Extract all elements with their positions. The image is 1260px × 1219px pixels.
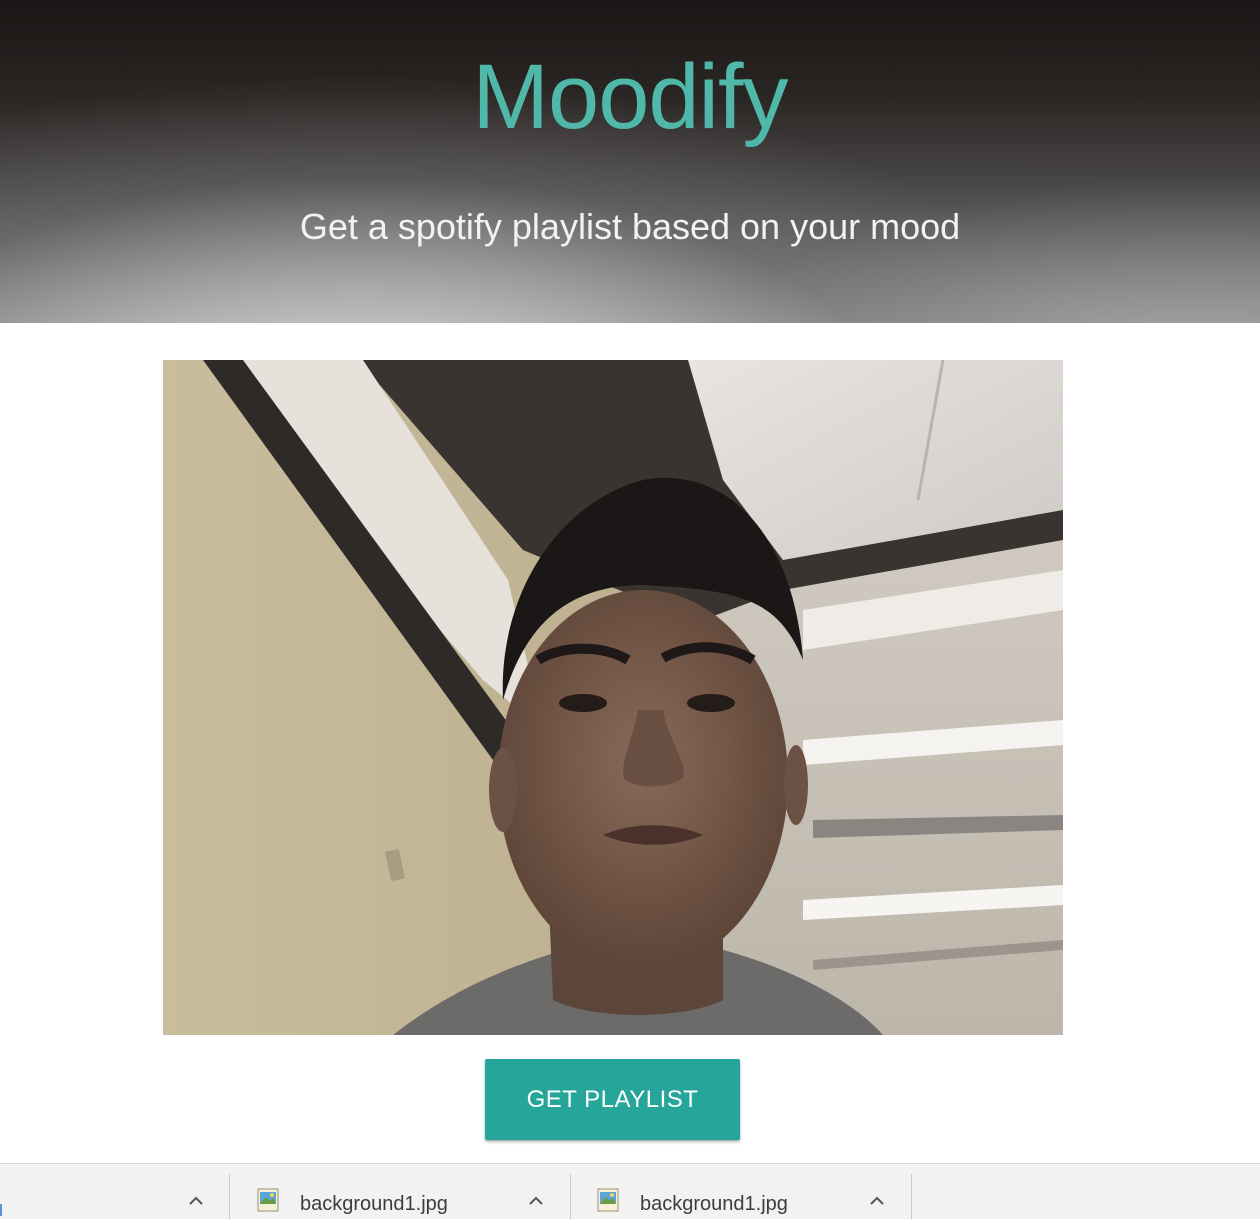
- chevron-up-icon[interactable]: [187, 1194, 205, 1208]
- downloads-bar: background1.jpg background1.jpg: [0, 1163, 1260, 1219]
- download-item[interactable]: background1.jpg: [571, 1164, 911, 1219]
- chevron-up-icon[interactable]: [868, 1194, 886, 1208]
- page: Moodify Get a spotify playlist based on …: [0, 0, 1260, 1219]
- hero-header: Moodify Get a spotify playlist based on …: [0, 0, 1260, 323]
- app-subtitle: Get a spotify playlist based on your moo…: [299, 206, 961, 247]
- image-file-icon: [257, 1188, 279, 1212]
- chevron-up-icon[interactable]: [527, 1194, 545, 1208]
- get-playlist-button[interactable]: GET PLAYLIST: [485, 1059, 740, 1140]
- download-filename: background1.jpg: [300, 1193, 448, 1215]
- app-title: Moodify: [472, 46, 788, 148]
- image-file-icon: [597, 1188, 619, 1212]
- download-separator: [911, 1174, 912, 1219]
- download-filename: background1.jpg: [640, 1193, 788, 1215]
- download-progress-edge: [0, 1204, 2, 1216]
- webcam-feed: [163, 360, 1063, 1035]
- webcam-image: [163, 360, 1063, 1035]
- download-item[interactable]: background1.jpg: [230, 1164, 570, 1219]
